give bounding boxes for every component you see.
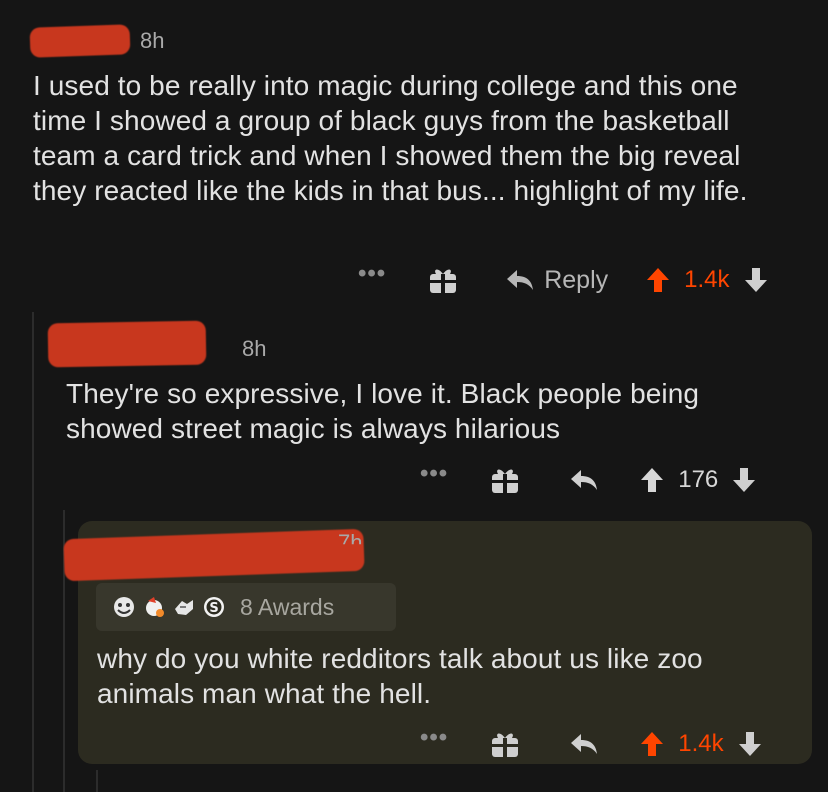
- gift-icon[interactable]: [490, 465, 520, 495]
- comment-timestamp: 8h: [242, 336, 267, 361]
- downvote-arrow-icon[interactable]: [744, 267, 768, 293]
- comment-actions: ••• Reply 1.4k: [358, 260, 768, 300]
- svg-text:S: S: [209, 601, 218, 616]
- thread-line-level-3[interactable]: [96, 770, 98, 792]
- downvote-arrow-icon[interactable]: [732, 467, 756, 493]
- comment-body: They're so expressive, I love it. Black …: [66, 378, 700, 444]
- award-icon-2: [142, 595, 166, 619]
- reply-arrow-icon: [571, 734, 598, 754]
- more-options-icon[interactable]: •••: [358, 262, 386, 286]
- downvote-arrow-icon[interactable]: [738, 731, 762, 757]
- more-options-icon[interactable]: •••: [420, 726, 448, 750]
- upvote-arrow-icon[interactable]: [640, 731, 664, 757]
- reply-arrow-icon: [571, 470, 598, 490]
- vote-score: 1.4k: [684, 266, 730, 293]
- reply-button[interactable]: Reply: [506, 266, 608, 295]
- more-options-icon[interactable]: •••: [420, 462, 448, 486]
- reply-button[interactable]: [570, 732, 598, 756]
- awards-badge[interactable]: S 8 Awards: [96, 583, 396, 631]
- vote-score: 1.4k: [678, 730, 724, 757]
- comment-body: I used to be really into magic during co…: [33, 70, 748, 206]
- thread-line-level-1[interactable]: [32, 312, 34, 792]
- redacted-username: [29, 24, 131, 58]
- award-icon-4: S: [202, 595, 226, 619]
- gift-icon[interactable]: [428, 265, 458, 295]
- comment-timestamp: 8h: [140, 28, 165, 53]
- upvote-arrow-icon[interactable]: [640, 467, 664, 493]
- reply-label: Reply: [544, 265, 609, 294]
- award-icon-1: [112, 595, 136, 619]
- award-icon-3: [172, 595, 196, 619]
- comment-actions: ••• 176: [420, 460, 756, 500]
- comment-body: why do you white redditors talk about us…: [97, 643, 703, 709]
- awards-count: 8 Awards: [240, 593, 335, 620]
- comment-actions: ••• 1.4k: [420, 724, 762, 764]
- gift-icon[interactable]: [490, 729, 520, 759]
- redacted-username: [47, 320, 207, 368]
- upvote-arrow-icon[interactable]: [646, 267, 670, 293]
- vote-score: 176: [678, 466, 719, 493]
- reply-button[interactable]: [570, 468, 598, 492]
- reply-arrow-icon: [507, 270, 534, 290]
